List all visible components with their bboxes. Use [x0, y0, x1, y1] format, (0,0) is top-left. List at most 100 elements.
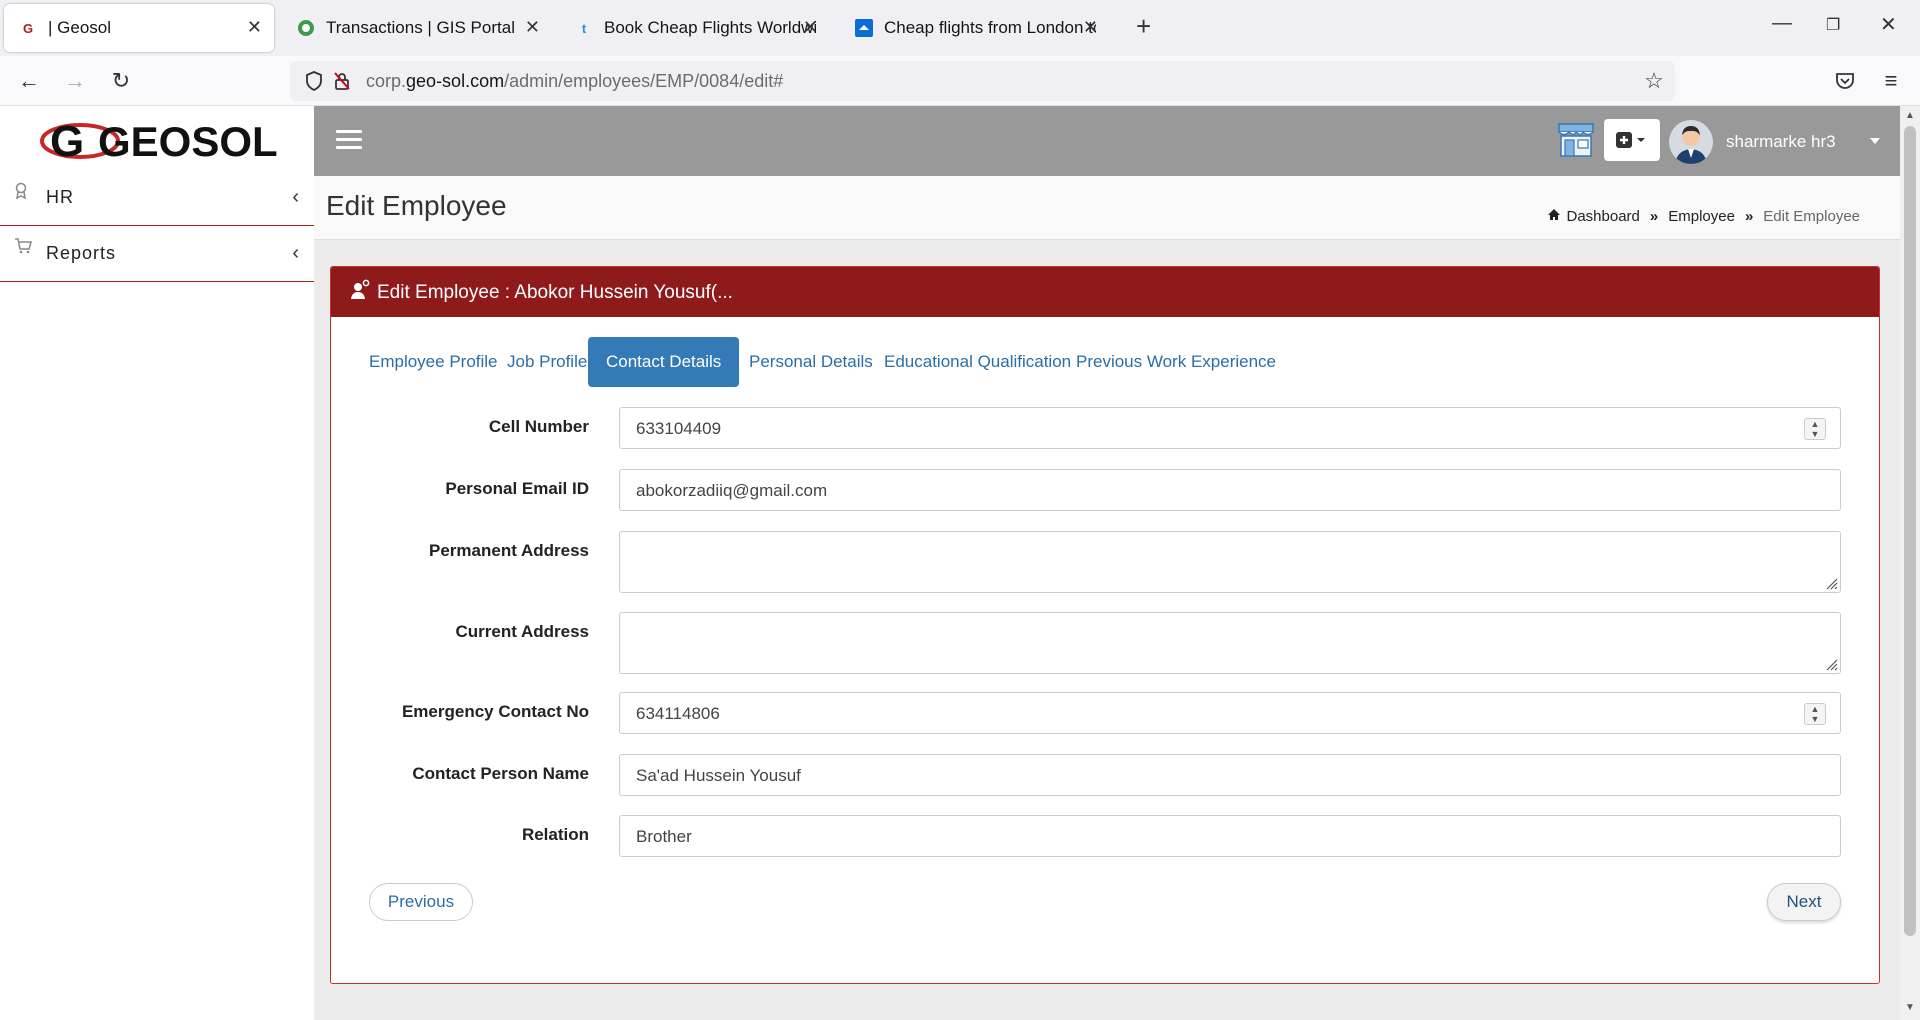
gis-portal-favicon-icon	[296, 18, 316, 38]
contact-person-label: Contact Person Name	[412, 764, 589, 783]
emergency-contact-value: 634114806	[636, 704, 720, 723]
previous-button[interactable]: Previous	[369, 883, 473, 921]
cell-number-value: 633104409	[636, 419, 722, 438]
sidebar-item-reports[interactable]: Reports ‹	[0, 226, 314, 282]
personal-email-input[interactable]: abokorzadiiq@gmail.com	[619, 469, 1841, 511]
cell-number-input[interactable]: 633104409 ▲ ▼	[619, 407, 1841, 449]
scroll-down-icon[interactable]: ▼	[1904, 1002, 1916, 1014]
personal-email-label: Personal Email ID	[445, 479, 589, 498]
current-address-textarea[interactable]	[619, 612, 1841, 674]
browser-tab-title: Transactions | GIS Portal	[326, 18, 515, 37]
reload-icon[interactable]: ↻	[106, 66, 136, 96]
tab-previous-work-experience[interactable]: Previous Work Experience	[1058, 337, 1294, 387]
main-content: Edit Employee Dashboard » Employee » Edi…	[314, 176, 1900, 1020]
relation-label: Relation	[521, 825, 589, 844]
contact-person-value: Sa'ad Hussein Yousuf	[636, 766, 801, 785]
resize-handle-icon[interactable]	[1824, 657, 1838, 671]
cart-icon	[14, 238, 32, 256]
close-tab-icon[interactable]: ✕	[803, 17, 818, 38]
flights-favicon-icon	[854, 18, 874, 38]
permanent-address-textarea[interactable]	[619, 531, 1841, 593]
contact-person-input[interactable]: Sa'ad Hussein Yousuf	[619, 754, 1841, 796]
resize-handle-icon[interactable]	[1824, 576, 1838, 590]
minimize-icon[interactable]: —	[1772, 12, 1792, 35]
url-domain: geo-sol.com	[406, 71, 505, 91]
close-tab-icon[interactable]: ✕	[525, 17, 540, 38]
sidebar: G GEOSOL HR ‹ Reports ‹	[0, 106, 314, 1020]
url-text[interactable]: corp.geo-sol.com/admin/employees/EMP/008…	[366, 71, 783, 92]
avatar[interactable]	[1669, 120, 1713, 164]
scroll-thumb[interactable]	[1904, 126, 1916, 936]
number-spinner-icon[interactable]: ▲ ▼	[1804, 703, 1826, 725]
svg-text:G: G	[50, 117, 84, 166]
award-icon	[14, 182, 32, 200]
url-path: /admin/employees/EMP/0084/edit#	[504, 71, 784, 91]
page-header: Edit Employee Dashboard » Employee » Edi…	[314, 176, 1900, 240]
tab-educational-qualification[interactable]: Educational Qualification	[866, 337, 1089, 387]
logo-lettering: GEOSOL	[98, 118, 278, 165]
panel-title: Edit Employee : Abokor Hussein Yousuf(..…	[377, 282, 733, 303]
browser-tab-geosol[interactable]: G | Geosol ✕	[4, 4, 274, 52]
browser-tab-flights[interactable]: Cheap flights from London to H ✕	[840, 4, 1110, 52]
address-bar[interactable]: corp.geo-sol.com/admin/employees/EMP/008…	[290, 61, 1675, 101]
browser-tab-title: Book Cheap Flights Worldwide	[604, 18, 816, 37]
emergency-contact-input[interactable]: 634114806 ▲ ▼	[619, 692, 1841, 734]
store-icon[interactable]	[1556, 120, 1596, 160]
chevron-left-icon: ‹	[292, 186, 300, 208]
relation-input[interactable]: Brother	[619, 815, 1841, 857]
browser-tab-title: | Geosol	[48, 18, 112, 37]
breadcrumb: Dashboard » Employee » Edit Employee	[1547, 208, 1860, 225]
shield-icon[interactable]	[302, 69, 326, 93]
scroll-up-icon[interactable]: ▲	[1904, 110, 1916, 122]
geosol-favicon-icon: G	[22, 20, 34, 36]
personal-email-value: abokorzadiiq@gmail.com	[636, 481, 828, 500]
edit-employee-panel: Edit Employee : Abokor Hussein Yousuf(..…	[330, 266, 1880, 984]
tab-contact-details[interactable]: Contact Details	[588, 337, 740, 387]
user-menu-caret-icon[interactable]	[1870, 138, 1880, 144]
quick-add-button[interactable]	[1604, 119, 1660, 161]
browser-tab-travelup[interactable]: t Book Cheap Flights Worldwide ✕	[560, 4, 830, 52]
emergency-contact-label: Emergency Contact No	[401, 702, 589, 721]
hamburger-menu-icon[interactable]	[336, 130, 362, 150]
close-tab-icon[interactable]: ✕	[247, 17, 262, 38]
number-spinner-icon[interactable]: ▲ ▼	[1804, 418, 1826, 440]
travelup-favicon-icon: t	[581, 20, 587, 36]
breadcrumb-separator: »	[1649, 208, 1659, 225]
url-prefix: corp.	[366, 71, 407, 91]
sidebar-item-hr[interactable]: HR ‹	[0, 170, 314, 226]
browser-tab-title: Cheap flights from London to H	[884, 18, 1096, 37]
home-icon	[1547, 208, 1561, 225]
current-address-label: Current Address	[455, 622, 589, 641]
app-top-bar: sharmarke hr3	[314, 106, 1900, 176]
breadcrumb-separator: »	[1744, 208, 1754, 225]
next-button[interactable]: Next	[1767, 883, 1841, 921]
app-menu-icon[interactable]: ≡	[1876, 66, 1906, 96]
permanent-address-label: Permanent Address	[429, 541, 589, 560]
browser-nav-bar: ← → ↻ corp.geo-sol.com/admin/employees/E…	[0, 56, 1920, 106]
user-edit-icon	[349, 279, 371, 301]
browser-tab-bar: G | Geosol ✕ Transactions | GIS Portal ✕…	[0, 0, 1920, 56]
window-close-icon[interactable]: ✕	[1880, 12, 1897, 37]
breadcrumb-dashboard[interactable]: Dashboard	[1567, 208, 1640, 225]
geosol-logo[interactable]: G GEOSOL	[40, 112, 280, 166]
panel-header: Edit Employee : Abokor Hussein Yousuf(..…	[331, 267, 1879, 317]
new-tab-icon[interactable]: +	[1136, 12, 1151, 40]
back-icon[interactable]: ←	[14, 66, 44, 96]
browser-tab-gis-portal[interactable]: Transactions | GIS Portal ✕	[282, 4, 552, 52]
cell-number-label: Cell Number	[488, 417, 589, 436]
user-name[interactable]: sharmarke hr3	[1726, 132, 1836, 152]
breadcrumb-employee[interactable]: Employee	[1668, 208, 1735, 225]
sidebar-item-label: HR	[46, 187, 74, 207]
sidebar-item-label: Reports	[46, 243, 117, 263]
page-scrollbar[interactable]: ▲ ▼	[1900, 106, 1920, 1020]
insecure-lock-icon[interactable]	[330, 69, 354, 93]
relation-value: Brother	[636, 827, 692, 846]
page-title: Edit Employee	[326, 190, 507, 221]
forward-icon[interactable]: →	[60, 66, 90, 96]
restore-icon[interactable]: ❐	[1826, 15, 1840, 35]
chevron-left-icon: ‹	[292, 242, 300, 264]
close-tab-icon[interactable]: ✕	[1083, 17, 1098, 38]
breadcrumb-current: Edit Employee	[1763, 208, 1860, 225]
bookmark-star-icon[interactable]: ☆	[1642, 68, 1666, 93]
pocket-icon[interactable]	[1830, 66, 1860, 96]
